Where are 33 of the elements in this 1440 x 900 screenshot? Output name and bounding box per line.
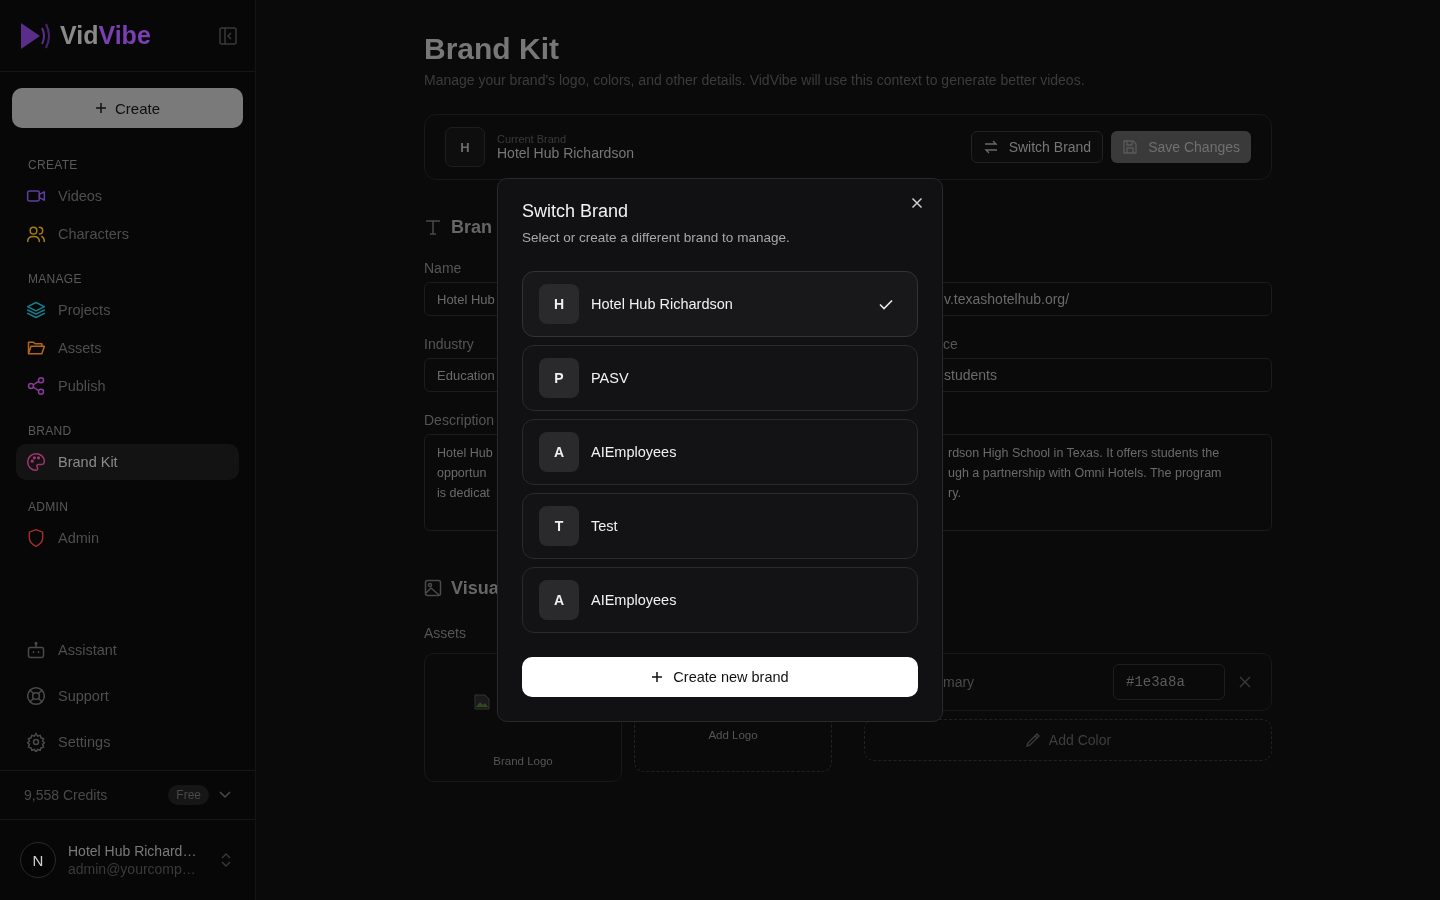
brand-avatar: A bbox=[539, 432, 579, 472]
logo-caption: Brand Logo bbox=[492, 755, 554, 767]
field-label: ce bbox=[943, 336, 958, 352]
brand-name: AIEmployees bbox=[591, 592, 678, 608]
brand-avatar: H bbox=[445, 127, 485, 167]
brand-avatar: A bbox=[539, 580, 579, 620]
nav-section-heading: MANAGE bbox=[27, 271, 83, 288]
brand-avatar: T bbox=[539, 506, 579, 546]
brand-name: AIEmployees bbox=[591, 444, 678, 460]
nav-section-heading: CREATE bbox=[27, 157, 79, 174]
current-brand-name: Hotel Hub Richardson bbox=[497, 145, 634, 161]
nav-section-heading: ADMIN bbox=[27, 499, 70, 516]
field-label: Assets bbox=[424, 625, 466, 641]
dialog-title: Switch Brand bbox=[522, 201, 630, 222]
add-logo-caption: Add Logo bbox=[708, 729, 758, 741]
section-heading: Bran bbox=[451, 216, 492, 238]
color-label: mary bbox=[943, 674, 975, 690]
brand-name: Test bbox=[591, 518, 619, 534]
user-name: Hotel Hub Richard… bbox=[68, 843, 198, 859]
dialog-subtitle: Select or create a different brand to manage. bbox=[522, 230, 791, 245]
brand-avatar: H bbox=[539, 284, 579, 324]
credits-count: 9,558 Credits bbox=[24, 787, 109, 803]
user-avatar: N bbox=[20, 842, 56, 878]
nav-section-heading: BRAND bbox=[27, 423, 73, 440]
section-heading: Visua bbox=[451, 577, 499, 599]
page-title: Brand Kit bbox=[424, 32, 560, 66]
brand-name: Hotel Hub Richardson bbox=[591, 296, 734, 312]
brand-name: PASV bbox=[591, 370, 630, 386]
app-logo-text: VidVibe bbox=[60, 21, 152, 50]
field-label: Description bbox=[424, 412, 495, 428]
field-label: Industry bbox=[424, 336, 474, 352]
field-label: Name bbox=[424, 260, 462, 276]
brand-avatar: P bbox=[539, 358, 579, 398]
